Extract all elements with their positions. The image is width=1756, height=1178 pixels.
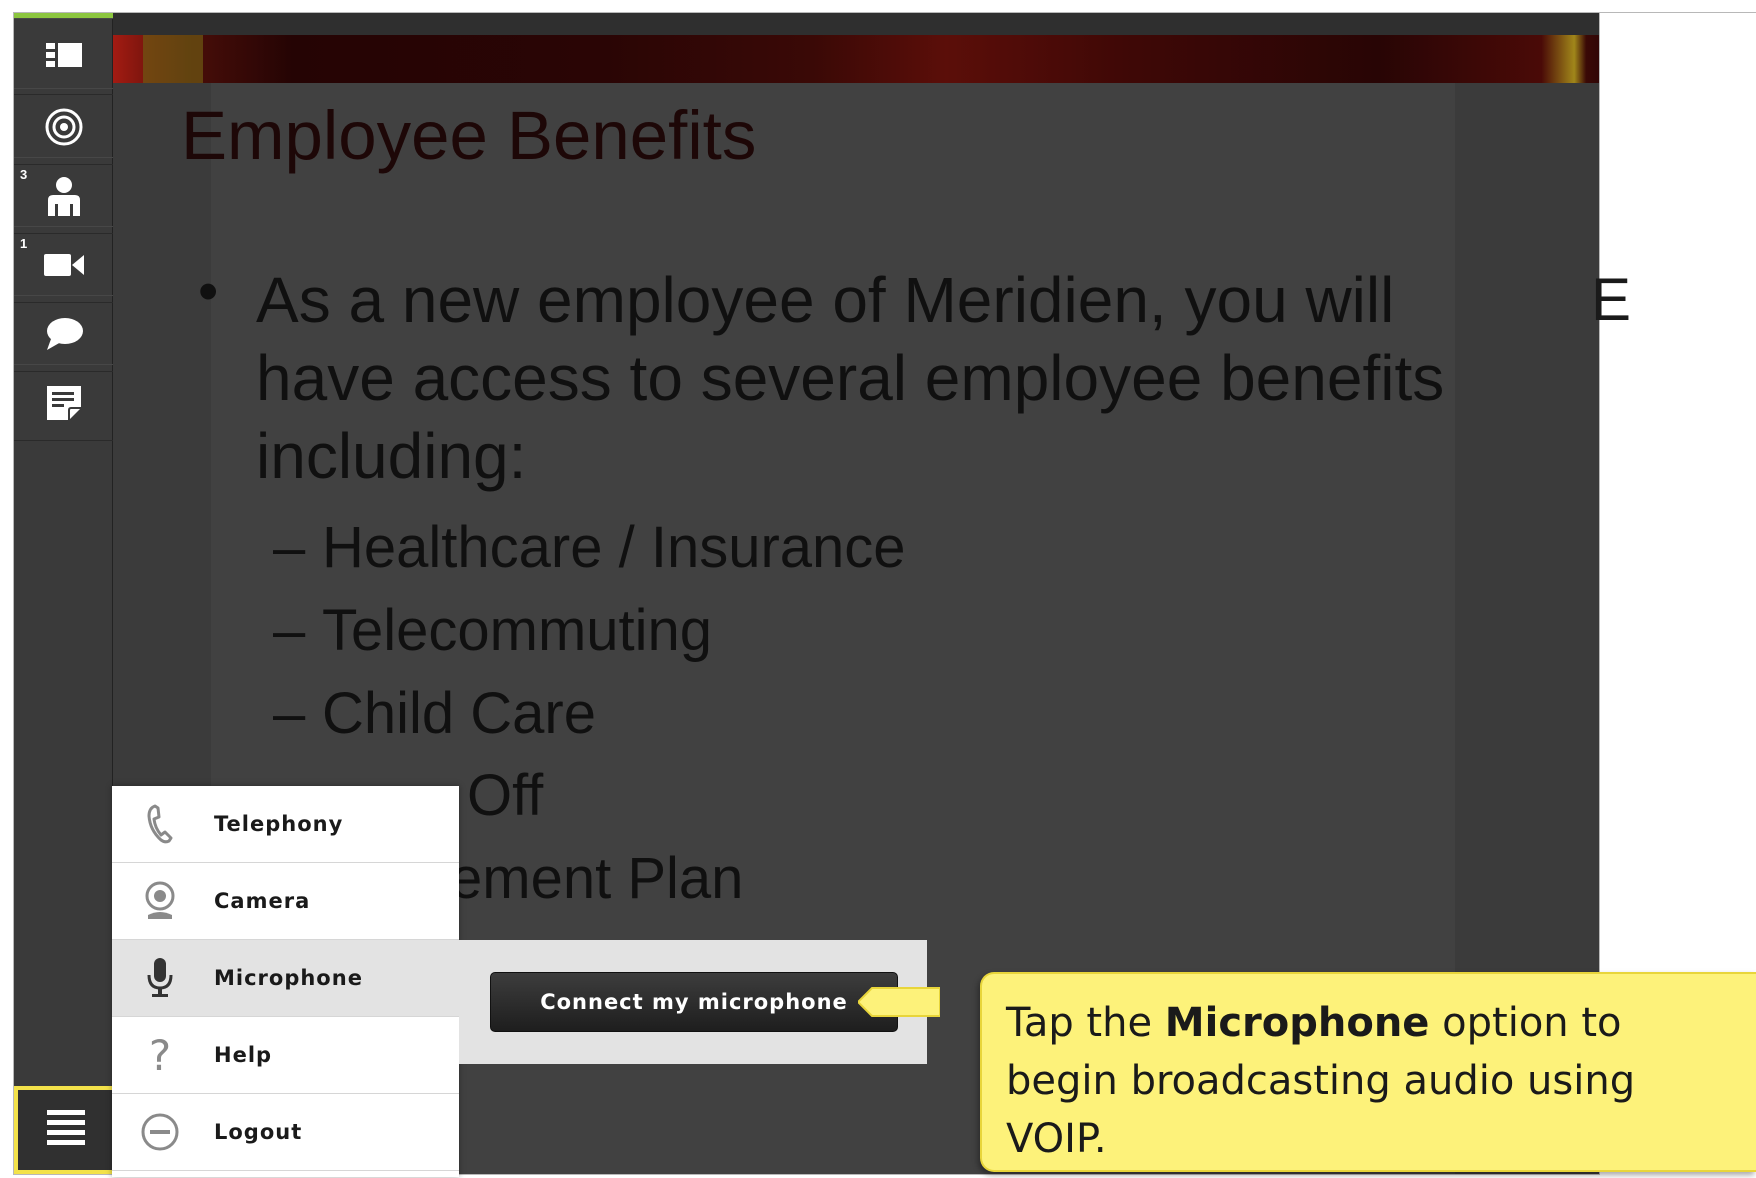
sidebar-camera-button[interactable]: 1	[14, 226, 113, 303]
menu-item-telephony[interactable]: Telephony	[112, 786, 459, 863]
sidebar-layout-button[interactable]	[14, 18, 113, 95]
menu-label-camera: Camera	[214, 889, 311, 913]
logout-icon	[140, 1110, 180, 1154]
camera-icon	[43, 252, 84, 278]
slide-title: Employee Benefits	[181, 97, 757, 174]
sub-item-healthcare: Healthcare / Insurance	[322, 515, 906, 580]
sidebar-target-button[interactable]	[14, 88, 113, 165]
slide-banner	[113, 35, 1599, 83]
callout-arrow	[858, 987, 940, 1017]
callout-text-bold: Microphone	[1164, 1000, 1430, 1046]
menu-item-help[interactable]: ? Help	[112, 1017, 459, 1094]
bullet-dot: •	[198, 259, 219, 324]
top-divider	[1600, 12, 1756, 13]
menu-item-logout[interactable]: Logout	[112, 1094, 459, 1171]
webcam-icon	[140, 879, 180, 923]
menu-item-camera[interactable]: Camera	[112, 863, 459, 940]
phone-icon	[140, 802, 180, 846]
callout-text-prefix: Tap the	[1006, 1000, 1165, 1046]
attendees-icon	[46, 176, 82, 216]
sidebar: 3 1	[14, 13, 113, 1174]
camera-count-badge: 1	[20, 236, 28, 251]
sub-item-retirement-fragment: ement Plan	[450, 846, 744, 911]
chat-icon	[45, 317, 83, 351]
connect-microphone-button[interactable]: Connect my microphone	[490, 972, 898, 1032]
instruction-callout: Tap the Microphone option to begin broad…	[980, 972, 1756, 1172]
main-menu-popup: Telephony Camera Microphone ? Help Logou…	[112, 786, 459, 1177]
sidebar-chat-button[interactable]	[14, 295, 113, 372]
target-icon	[44, 107, 84, 147]
microphone-icon	[140, 956, 180, 1000]
main-menu-button[interactable]	[14, 1086, 117, 1174]
sub-item-time-off-fragment: Off	[467, 763, 544, 828]
sub-item-telecommuting: Telecommuting	[322, 598, 713, 663]
slide-edge-glyph: E	[1591, 266, 1632, 333]
sub-item-child-care: Child Care	[322, 681, 596, 746]
attendees-count-badge: 3	[20, 167, 28, 182]
slide-bullet-text: As a new employee of Meridien, you will …	[256, 264, 1445, 492]
help-icon: ?	[148, 1030, 172, 1080]
menu-item-microphone[interactable]: Microphone	[112, 940, 459, 1017]
sidebar-attendees-button[interactable]: 3	[14, 157, 113, 234]
notes-icon	[46, 385, 81, 420]
menu-label-help: Help	[214, 1043, 273, 1067]
microphone-submenu: Connect my microphone	[459, 940, 927, 1064]
menu-label-microphone: Microphone	[214, 966, 363, 990]
hamburger-menu-icon	[46, 1109, 85, 1151]
layout-icon	[45, 42, 82, 71]
menu-label-logout: Logout	[214, 1120, 303, 1144]
menu-label-telephony: Telephony	[214, 812, 344, 836]
sidebar-notes-button[interactable]	[14, 364, 113, 441]
